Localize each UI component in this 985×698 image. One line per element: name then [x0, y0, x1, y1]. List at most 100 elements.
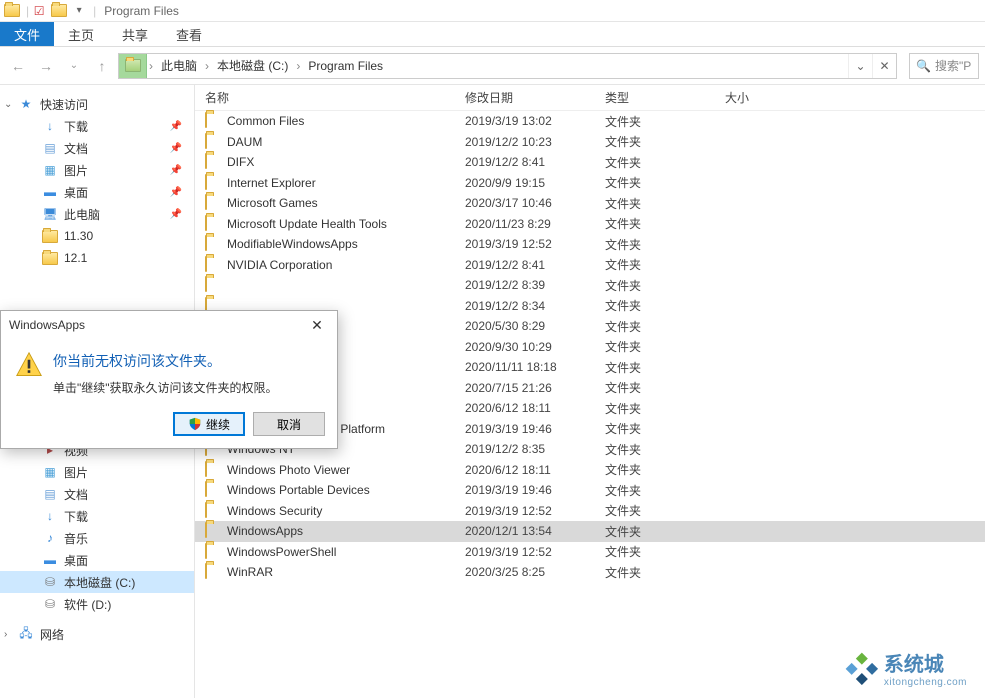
file-row[interactable]: Windows Portable Devices2019/3/19 19:46文… [195, 480, 985, 501]
sidebar-label: 软件 (D:) [64, 596, 111, 613]
sidebar-folder-1[interactable]: 11.30 [0, 225, 194, 247]
file-row[interactable]: WinRAR2020/3/25 8:25文件夹 [195, 562, 985, 583]
sidebar-desktop[interactable]: ▬桌面📌 [0, 181, 194, 203]
file-row[interactable]: DIFX2019/12/2 8:41文件夹 [195, 152, 985, 173]
sidebar-c-drive[interactable]: ⛁本地磁盘 (C:) [0, 571, 194, 593]
sidebar-d-drive[interactable]: ⛁软件 (D:) [0, 593, 194, 615]
pc-icon: 🖥 [42, 206, 58, 222]
network-icon: 🖧 [18, 626, 34, 642]
folder-icon [205, 236, 221, 252]
qat-properties-icon[interactable]: ☑ [31, 3, 47, 19]
search-box[interactable]: 🔍 搜索"P [909, 53, 979, 79]
file-type: 文件夹 [605, 277, 725, 294]
qat-dropdown-icon[interactable]: ▾ [71, 3, 87, 19]
file-date: 2019/3/19 12:52 [465, 504, 605, 518]
file-type: 文件夹 [605, 461, 725, 478]
file-type: 文件夹 [605, 133, 725, 150]
breadcrumb-folder[interactable]: Program Files [302, 54, 389, 78]
history-dropdown[interactable]: ⌄ [62, 54, 86, 78]
address-dropdown-icon[interactable]: ⌄ [848, 54, 872, 78]
dialog-close-button[interactable]: ✕ [305, 317, 329, 334]
qat-separator-2: | [93, 4, 96, 18]
column-name[interactable]: 名称 [195, 89, 455, 106]
file-date: 2020/12/1 13:54 [465, 524, 605, 538]
file-row[interactable]: Windows Security2019/3/19 12:52文件夹 [195, 501, 985, 522]
sidebar-downloads-2[interactable]: ↓下载 [0, 505, 194, 527]
file-row[interactable]: 2019/12/2 8:39文件夹 [195, 275, 985, 296]
file-name: Windows Portable Devices [227, 483, 465, 497]
navigation-row: ← → ⌄ ↑ › 此电脑 › 本地磁盘 (C:) › Program File… [0, 47, 985, 85]
file-row[interactable]: Common Files2019/3/19 13:02文件夹 [195, 111, 985, 132]
pin-icon: 📌 [170, 143, 182, 154]
chevron-down-icon[interactable]: ⌄ [4, 99, 12, 110]
forward-button[interactable]: → [34, 54, 58, 78]
sidebar-desktop-2[interactable]: ▬桌面 [0, 549, 194, 571]
file-date: 2019/12/2 10:23 [465, 135, 605, 149]
watermark: 系统城 xitongcheng.com [844, 648, 967, 688]
folder-icon [205, 154, 221, 170]
file-date: 2020/6/12 18:11 [465, 463, 605, 477]
tab-share[interactable]: 共享 [108, 22, 162, 46]
chevron-right-icon[interactable]: › [4, 629, 7, 640]
folder-icon [205, 503, 221, 519]
tab-home[interactable]: 主页 [54, 22, 108, 46]
file-date: 2019/3/19 13:02 [465, 114, 605, 128]
file-row[interactable]: WindowsPowerShell2019/3/19 12:52文件夹 [195, 542, 985, 563]
file-row[interactable]: Microsoft Games2020/3/17 10:46文件夹 [195, 193, 985, 214]
uac-shield-icon [188, 417, 202, 431]
continue-button[interactable]: 继续 [173, 412, 245, 436]
address-bar[interactable]: › 此电脑 › 本地磁盘 (C:) › Program Files ⌄ ✕ [118, 53, 897, 79]
refresh-button[interactable]: ✕ [872, 54, 896, 78]
folder-icon [42, 228, 58, 244]
folder-icon [42, 250, 58, 266]
cancel-button[interactable]: 取消 [253, 412, 325, 436]
file-row[interactable]: DAUM2019/12/2 10:23文件夹 [195, 132, 985, 153]
tab-view[interactable]: 查看 [162, 22, 216, 46]
sidebar-quick-access[interactable]: ⌄★快速访问 [0, 93, 194, 115]
column-type[interactable]: 类型 [595, 89, 715, 106]
file-name: WindowsPowerShell [227, 545, 465, 559]
file-date: 2020/3/17 10:46 [465, 196, 605, 210]
sidebar-folder-2[interactable]: 12.1 [0, 247, 194, 269]
file-row[interactable]: NVIDIA Corporation2019/12/2 8:41文件夹 [195, 255, 985, 276]
tab-file[interactable]: 文件 [0, 22, 54, 46]
sidebar-music[interactable]: ♪音乐 [0, 527, 194, 549]
file-row[interactable]: Internet Explorer2020/9/9 19:15文件夹 [195, 173, 985, 194]
sidebar-documents-2[interactable]: ▤文档 [0, 483, 194, 505]
file-name: NVIDIA Corporation [227, 258, 465, 272]
sidebar-pictures[interactable]: ▦图片📌 [0, 159, 194, 181]
back-button[interactable]: ← [6, 54, 30, 78]
file-row[interactable]: Windows Photo Viewer2020/6/12 18:11文件夹 [195, 460, 985, 481]
file-type: 文件夹 [605, 523, 725, 540]
folder-icon [205, 113, 221, 129]
sidebar-pictures-2[interactable]: ▦图片 [0, 461, 194, 483]
sidebar-label: 快速访问 [40, 96, 88, 113]
breadcrumb-drive[interactable]: 本地磁盘 (C:) [211, 54, 294, 78]
file-name: DIFX [227, 155, 465, 169]
file-name: Microsoft Update Health Tools [227, 217, 465, 231]
sidebar-label: 此电脑 [64, 206, 100, 223]
file-name: WinRAR [227, 565, 465, 579]
warning-icon [15, 351, 43, 379]
file-name: WindowsApps [227, 524, 465, 538]
sidebar-downloads[interactable]: ↓下载📌 [0, 115, 194, 137]
qat-newfolder-icon[interactable] [51, 3, 67, 19]
pin-icon: 📌 [170, 121, 182, 132]
sidebar-network[interactable]: ›🖧网络 [0, 623, 194, 645]
column-date[interactable]: 修改日期 [455, 89, 595, 106]
drive-icon: ⛁ [42, 574, 58, 590]
column-size[interactable]: 大小 [715, 89, 795, 106]
breadcrumb-pc[interactable]: 此电脑 [155, 54, 203, 78]
file-row[interactable]: WindowsApps2020/12/1 13:54文件夹 [195, 521, 985, 542]
file-row[interactable]: ModifiableWindowsApps2019/3/19 12:52文件夹 [195, 234, 985, 255]
sidebar-thispc-pin[interactable]: 🖥此电脑📌 [0, 203, 194, 225]
file-type: 文件夹 [605, 256, 725, 273]
file-row[interactable]: Microsoft Update Health Tools2020/11/23 … [195, 214, 985, 235]
file-name: Windows Security [227, 504, 465, 518]
file-type: 文件夹 [605, 215, 725, 232]
file-date: 2019/12/2 8:35 [465, 442, 605, 456]
up-button[interactable]: ↑ [90, 54, 114, 78]
folder-icon [205, 195, 221, 211]
sidebar-documents[interactable]: ▤文档📌 [0, 137, 194, 159]
file-type: 文件夹 [605, 174, 725, 191]
